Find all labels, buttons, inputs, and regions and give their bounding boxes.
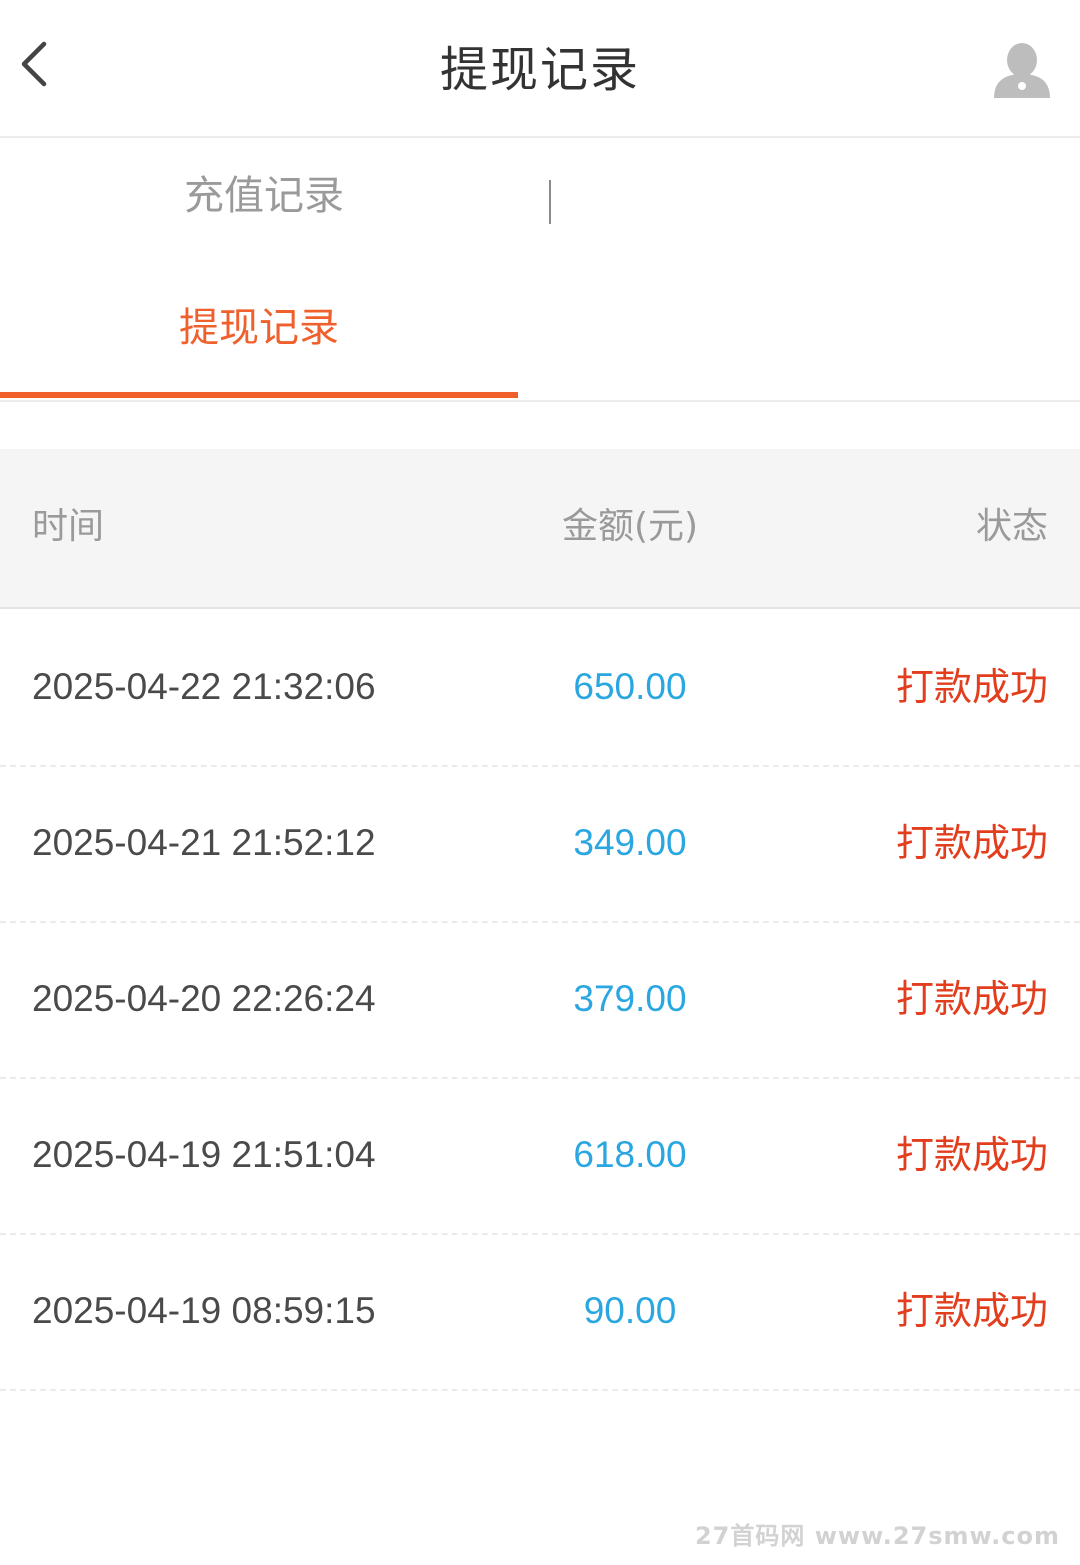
user-silhouette-icon (994, 43, 1050, 98)
column-header-amount: 金额(元) (561, 506, 699, 547)
row-time: 2025-04-20 22:26:24 (32, 978, 376, 1019)
tab-divider (549, 180, 551, 224)
row-amount: 379.00 (573, 978, 687, 1019)
tab-withdraw-records[interactable]: 提现记录 (0, 292, 518, 364)
table-row: 2025-04-21 21:52:12 349.00 打款成功 (0, 767, 1080, 923)
row-time: 2025-04-22 21:32:06 (32, 666, 376, 707)
row-status: 打款成功 (895, 665, 1048, 709)
table-row: 2025-04-19 21:51:04 618.00 打款成功 (0, 1079, 1080, 1235)
table-row: 2025-04-22 21:32:06 650.00 打款成功 (0, 611, 1080, 767)
row-status: 打款成功 (895, 1133, 1048, 1177)
watermark: 27首码网 www.27smw.com (694, 1522, 1060, 1550)
row-time: 2025-04-19 21:51:04 (32, 1134, 376, 1175)
row-amount: 90.00 (583, 1290, 677, 1331)
page-title: 提现记录 (439, 42, 640, 98)
table-row: 2025-04-20 22:26:24 379.00 打款成功 (0, 923, 1080, 1079)
row-status: 打款成功 (895, 821, 1048, 865)
active-tab-indicator (0, 392, 518, 398)
tab-recharge-records[interactable]: 充值记录 (0, 160, 528, 232)
column-header-status: 状态 (975, 506, 1048, 547)
row-status: 打款成功 (895, 977, 1048, 1021)
row-amount: 349.00 (573, 822, 687, 863)
row-time: 2025-04-19 08:59:15 (32, 1290, 376, 1331)
withdraw-records-list: 2025-04-22 21:32:06 650.00 打款成功 2025-04-… (0, 611, 1080, 1391)
table-row: 2025-04-19 08:59:15 90.00 打款成功 (0, 1235, 1080, 1391)
table-header: 时间 金额(元) 状态 (0, 449, 1080, 609)
top-bar: 提现记录 (0, 0, 1080, 138)
column-header-time: 时间 (32, 506, 105, 547)
row-time: 2025-04-21 21:52:12 (32, 822, 376, 863)
tab-bar-divider (0, 400, 1080, 402)
user-button[interactable] (990, 40, 1054, 100)
row-amount: 618.00 (573, 1134, 687, 1175)
row-amount: 650.00 (573, 666, 687, 707)
row-status: 打款成功 (895, 1289, 1048, 1333)
